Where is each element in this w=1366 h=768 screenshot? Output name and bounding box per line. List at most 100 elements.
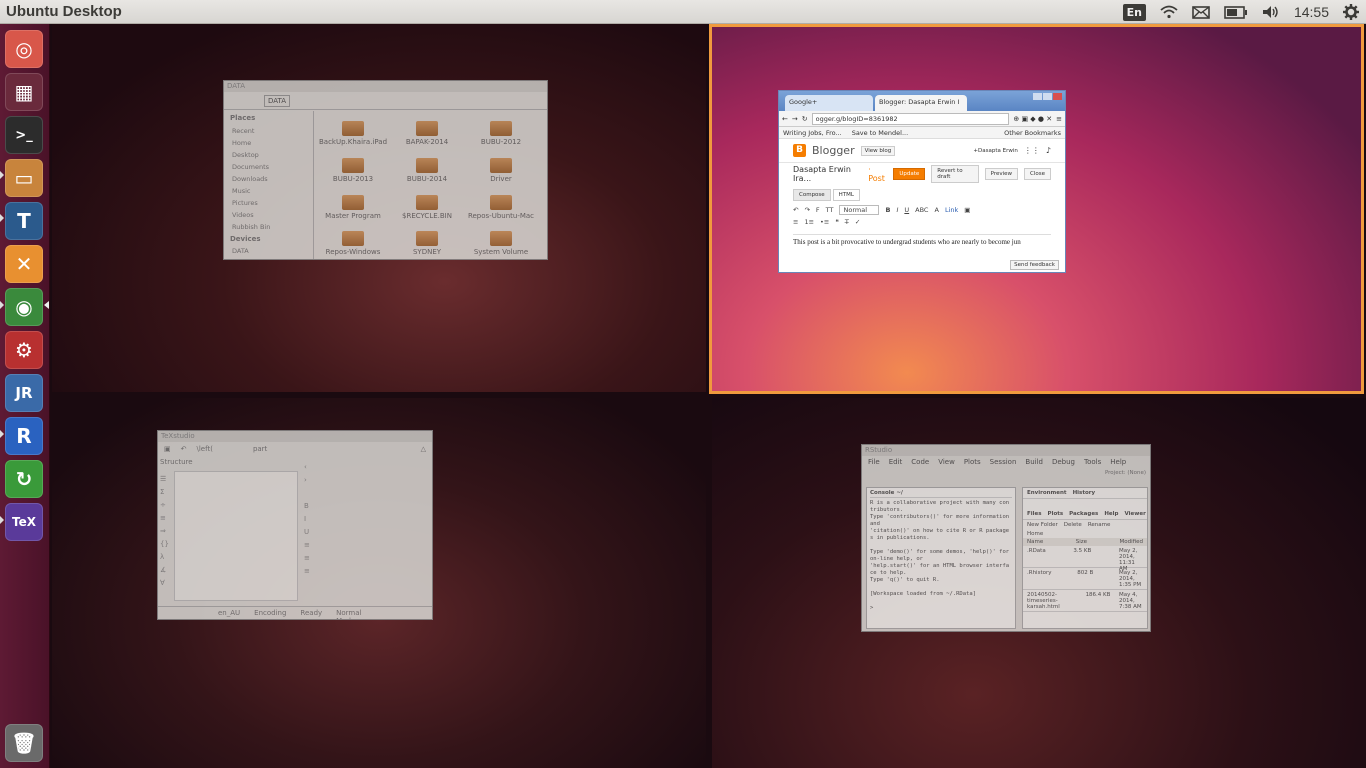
close-post-button[interactable]: Close (1024, 168, 1051, 180)
workspace-2-active[interactable]: Google+ Blogger: Dasapta Erwin I ← → ↻ o… (709, 24, 1364, 394)
minimize-button[interactable] (1033, 93, 1042, 100)
image-icon[interactable]: ▣ (964, 206, 970, 214)
clock[interactable]: 14:55 (1287, 0, 1336, 24)
volume-icon[interactable] (1255, 0, 1287, 24)
column-name[interactable]: Name (1027, 539, 1043, 545)
texstudio-window[interactable]: TeXstudio ▣ ↶ \left( part △ Structure ☰ Σ… (157, 430, 433, 620)
workspace-3[interactable]: TeXstudio ▣ ↶ \left( part △ Structure ☰ Σ… (52, 398, 706, 768)
font-icon[interactable]: F (816, 206, 820, 214)
paragraph-format-select[interactable]: Normal (839, 205, 880, 215)
workspace-1[interactable]: DATA DATA Places Recent Home Desktop Doc… (52, 24, 706, 392)
clear-format-icon[interactable]: T̶ (845, 218, 849, 226)
system-tools-icon[interactable]: ⚙ (5, 331, 43, 369)
undo-icon[interactable]: ↶ (181, 445, 187, 455)
home-breadcrumb[interactable]: Home (1023, 530, 1147, 538)
back-icon[interactable]: ← (782, 115, 788, 123)
tab-environment[interactable]: Environment (1027, 490, 1067, 496)
bold-icon[interactable]: B (885, 206, 890, 214)
quote-icon[interactable]: ❝ (835, 218, 839, 226)
folder-item[interactable]: Master Program (318, 195, 388, 220)
italic-icon[interactable]: I (896, 206, 898, 214)
folder-item[interactable]: BUBU-2014 (392, 158, 462, 183)
chrome-window[interactable]: Google+ Blogger: Dasapta Erwin I ← → ↻ o… (778, 90, 1066, 273)
new-folder-button[interactable]: New Folder (1027, 522, 1058, 528)
user-link[interactable]: +Dasapta Erwin (973, 148, 1017, 154)
part-select[interactable]: part (253, 445, 267, 455)
keyboard-indicator[interactable]: En (1116, 0, 1153, 24)
tab-files[interactable]: Files (1027, 511, 1042, 517)
bookmark-item[interactable]: Writing Jobs, Fro... (783, 129, 842, 137)
spellcheck-language[interactable]: en_AU (218, 609, 240, 617)
chromium-icon[interactable]: ◉ (5, 288, 43, 326)
font-size-icon[interactable]: TT (826, 206, 834, 214)
sidebar-item[interactable]: Desktop (224, 149, 313, 161)
numbered-list-icon[interactable]: 1≡ (804, 218, 814, 226)
menu-view[interactable]: View (938, 458, 955, 466)
sidebar-item[interactable]: Documents (224, 161, 313, 173)
send-feedback-button[interactable]: Send feedback (1010, 260, 1059, 270)
delete-button[interactable]: Delete (1064, 522, 1082, 528)
view-blog-button[interactable]: View blog (860, 145, 896, 156)
r-project-icon[interactable]: R (5, 417, 43, 455)
table-row[interactable]: .Rhistory 802 B May 2, 2014, 1:35 PM (1023, 568, 1147, 590)
menu-tools[interactable]: Tools (1084, 458, 1101, 466)
sidebar-item[interactable]: Home (224, 137, 313, 149)
tab-html[interactable]: HTML (832, 189, 860, 201)
settings-gear-icon[interactable] (1336, 0, 1366, 24)
jabref-icon[interactable]: JR (5, 374, 43, 412)
folder-item[interactable]: BUBU-2013 (318, 158, 388, 183)
redo-icon[interactable]: ↷ (804, 206, 809, 214)
sidebar-item[interactable]: Pictures (224, 197, 313, 209)
align-icon[interactable]: ≡ (793, 218, 798, 226)
close-button[interactable] (1053, 93, 1062, 100)
sidebar-item[interactable]: Downloads (224, 173, 313, 185)
sidebar-item[interactable]: Videos (224, 209, 313, 221)
revert-to-draft-button[interactable]: Revert to draft (931, 165, 979, 183)
folder-item[interactable]: BUBU-2012 (466, 121, 536, 146)
text-color-icon[interactable]: A (934, 206, 938, 214)
tab-google-plus[interactable]: Google+ (785, 95, 873, 111)
spellcheck-icon[interactable]: ✓ (855, 218, 860, 226)
console-prompt[interactable]: > (870, 605, 1012, 612)
tab-viewer[interactable]: Viewer (1124, 511, 1145, 517)
workspace-switcher-icon[interactable]: ▦ (5, 73, 43, 111)
menu-help[interactable]: Help (1110, 458, 1126, 466)
encoding-select[interactable]: Encoding (254, 609, 286, 617)
file-name[interactable]: 20140502-timeseries-karsah.html (1027, 592, 1077, 610)
folder-item[interactable]: BAPAK-2014 (392, 121, 462, 146)
project-menu[interactable]: Project: (None) (862, 468, 1150, 478)
mail-icon[interactable] (1185, 0, 1217, 24)
tab-history[interactable]: History (1073, 490, 1095, 496)
menu-edit[interactable]: Edit (889, 458, 903, 466)
wifi-icon[interactable] (1153, 0, 1185, 24)
tab-plots[interactable]: Plots (1048, 511, 1064, 517)
app-x-icon[interactable]: ✕ (5, 245, 43, 283)
menu-code[interactable]: Code (911, 458, 929, 466)
bullet-list-icon[interactable]: •≡ (820, 218, 829, 226)
link-button[interactable]: Link (945, 206, 958, 214)
folder-item[interactable]: SYDNEY (392, 231, 462, 256)
files-icon[interactable]: ▭ (5, 159, 43, 197)
folder-item[interactable]: Repos-Windows (318, 231, 388, 256)
open-file-icon[interactable]: ▣ (164, 445, 171, 455)
tab-packages[interactable]: Packages (1069, 511, 1098, 517)
structure-panel[interactable] (174, 471, 298, 601)
update-manager-icon[interactable]: ↻ (5, 460, 43, 498)
menu-icon[interactable]: ≡ (1056, 115, 1062, 123)
menu-plots[interactable]: Plots (964, 458, 981, 466)
folder-item[interactable]: System Volume (466, 231, 536, 256)
reload-icon[interactable]: ↻ (802, 115, 808, 123)
rename-button[interactable]: Rename (1088, 522, 1111, 528)
undo-icon[interactable]: ↶ (793, 206, 798, 214)
notifications-bell-icon[interactable]: ♪ (1046, 146, 1051, 155)
other-bookmarks[interactable]: Other Bookmarks (1004, 129, 1061, 137)
ubuntu-dash-icon[interactable]: ◎ (5, 30, 43, 68)
console-pane[interactable]: Console ~/ R is a collaborative project … (866, 487, 1016, 629)
menu-debug[interactable]: Debug (1052, 458, 1075, 466)
post-editor-body[interactable]: This post is a bit provocative to underg… (793, 234, 1051, 246)
tab-blogger[interactable]: Blogger: Dasapta Erwin I (875, 95, 967, 111)
address-bar[interactable]: ogger.g/blogID=8361982 (811, 112, 1010, 125)
file-name[interactable]: .Rhistory (1027, 570, 1052, 587)
bookmark-item[interactable]: Save to Mendel... (852, 129, 908, 137)
column-size[interactable]: Size (1076, 539, 1087, 545)
